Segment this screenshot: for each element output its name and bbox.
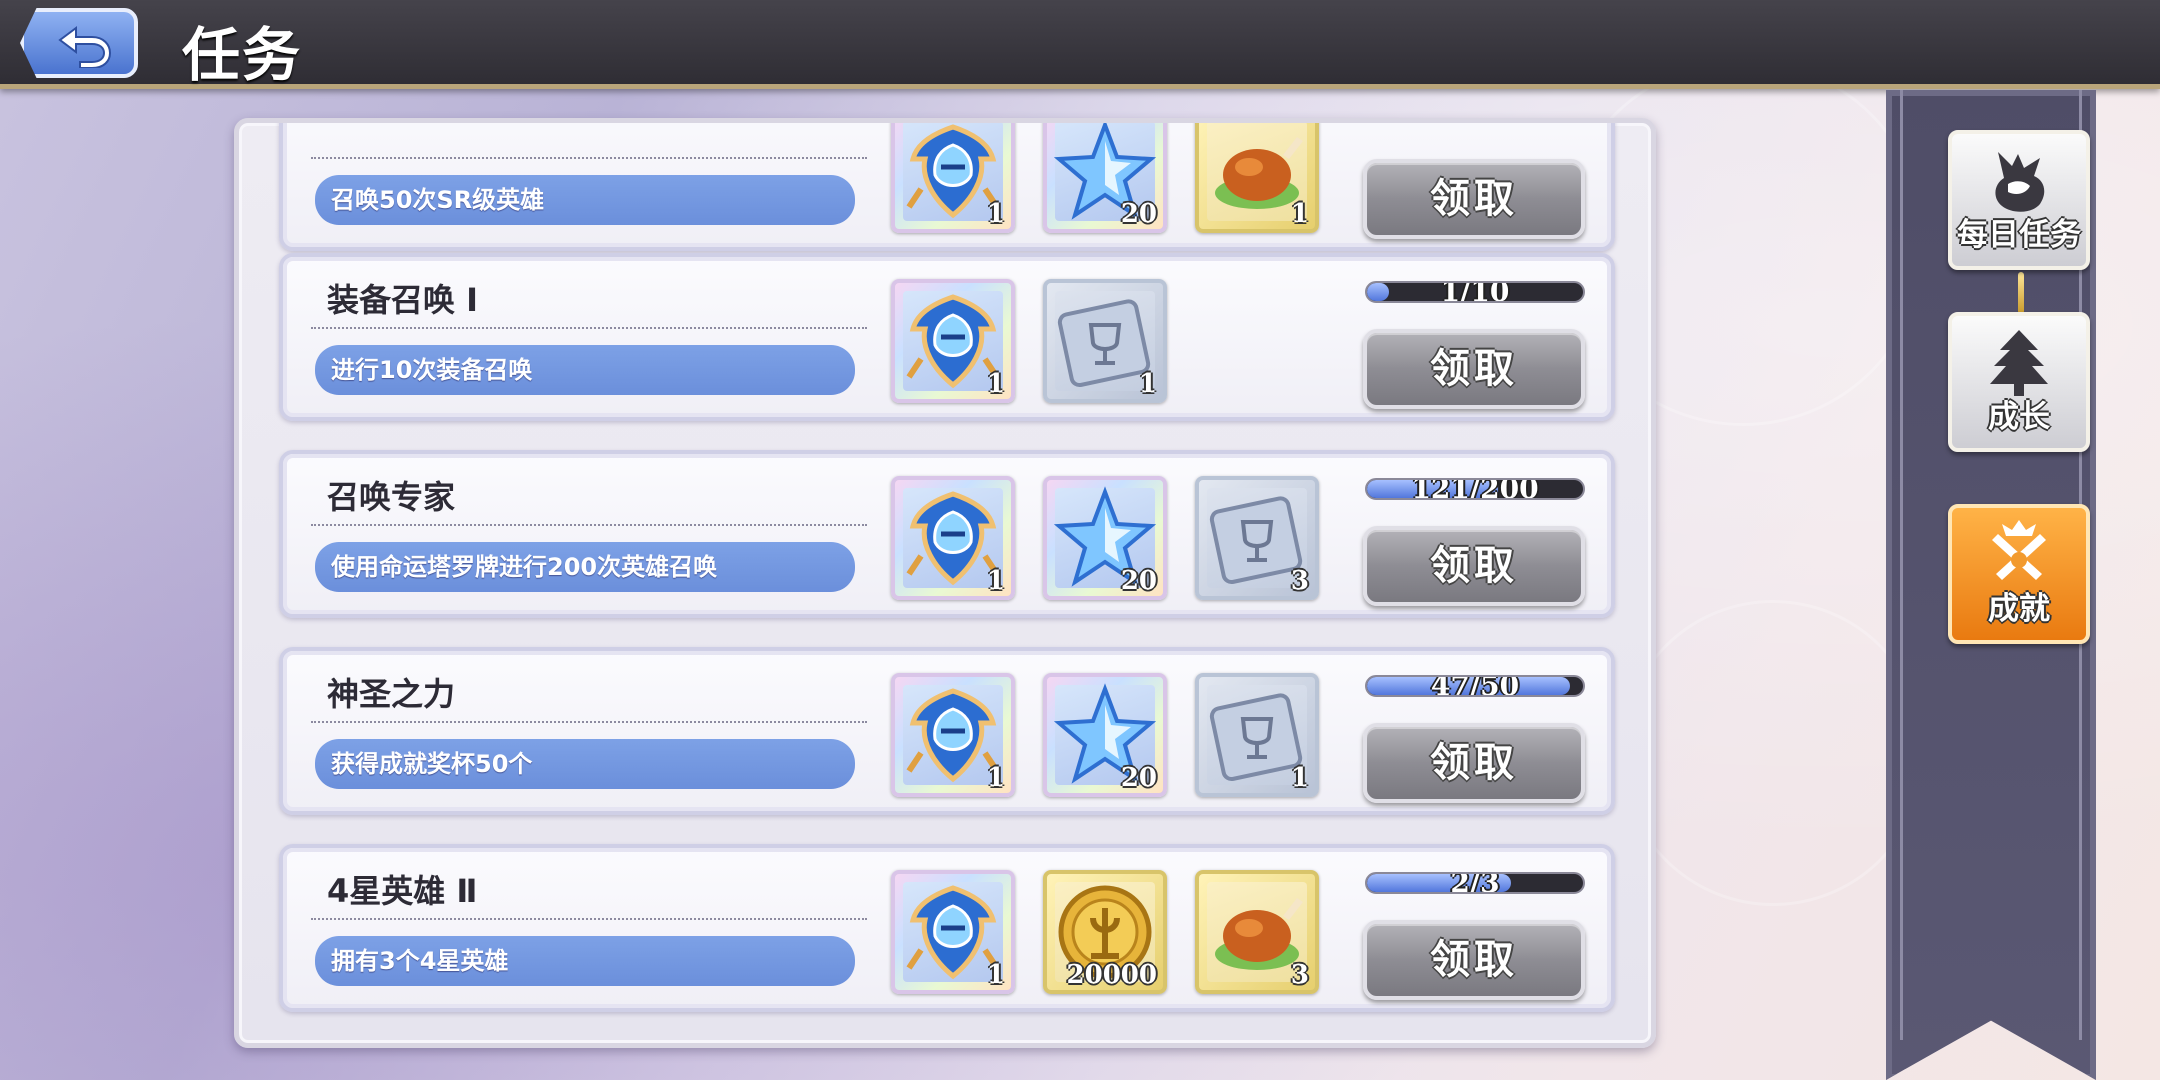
quest-divider <box>311 524 867 526</box>
quest-divider <box>311 327 867 329</box>
reward-item[interactable]: 1 <box>891 123 1015 233</box>
quest-title: 装备召唤 Ⅰ <box>327 281 479 319</box>
reward-count: 1 <box>1138 369 1157 399</box>
reward-count: 1 <box>1290 199 1309 229</box>
progress-text: 2/3 <box>1450 872 1500 894</box>
quest-divider <box>311 721 867 723</box>
reward-item[interactable]: 3 <box>1195 870 1319 994</box>
back-button[interactable] <box>20 8 138 78</box>
quest-title: 4星英雄 Ⅱ <box>327 872 478 910</box>
quest-panel: 召唤50次SR级英雄 1 20 1 领取 装备召唤 Ⅰ 进行10次装备召唤 1 1 1/10 领取召… <box>234 118 1656 1048</box>
reward-count: 1 <box>986 763 1005 793</box>
reward-item[interactable]: 20 <box>1043 673 1167 797</box>
quest-description: 拥有3个4星英雄 <box>315 936 855 986</box>
quest-card: 召唤专家使用命运塔罗牌进行200次英雄召唤 1 20 3 121/200 领取 <box>279 450 1615 618</box>
tab-achievements[interactable]: 成就 <box>1948 504 2090 644</box>
reward-count: 1 <box>986 199 1005 229</box>
quest-card: 召唤50次SR级英雄 1 20 1 领取 <box>279 123 1615 251</box>
progress-text: 47/50 <box>1430 675 1520 697</box>
quest-card: 4星英雄 Ⅱ 拥有3个4星英雄 1 20000 3 2/3 领取 <box>279 844 1615 1012</box>
reward-item[interactable]: 1 <box>891 279 1015 403</box>
progress-text: 1/10 <box>1440 281 1510 303</box>
background-decor-circle <box>1620 600 1926 906</box>
reward-count: 1 <box>986 369 1005 399</box>
reward-item[interactable]: 1 <box>1195 673 1319 797</box>
reward-item[interactable]: 20 <box>1043 123 1167 233</box>
reward-count: 1 <box>986 566 1005 596</box>
crossed-swords-icon <box>1992 520 2046 580</box>
reward-item[interactable]: 20 <box>1043 476 1167 600</box>
reward-item[interactable]: 1 <box>891 870 1015 994</box>
tab-achievements-label: 成就 <box>1988 591 2050 627</box>
quest-progress-bar: 47/50 <box>1365 675 1585 697</box>
quest-title: 神圣之力 <box>327 675 456 713</box>
reward-count: 20 <box>1120 763 1157 793</box>
claim-button[interactable]: 领取 <box>1363 920 1585 1000</box>
quest-card: 神圣之力获得成就奖杯50个 1 20 1 47/50 领取 <box>279 647 1615 815</box>
reward-count: 3 <box>1290 566 1309 596</box>
tab-growth-label: 成长 <box>1988 399 2050 435</box>
reward-item[interactable]: 1 <box>1043 279 1167 403</box>
top-bar: 任务 <box>0 0 2160 89</box>
reward-count: 20 <box>1120 566 1157 596</box>
progress-text: 121/200 <box>1411 478 1539 500</box>
tab-daily-quests[interactable]: 每日任务 <box>1948 130 2090 270</box>
reward-item[interactable]: 20000 <box>1043 870 1167 994</box>
page-title: 任务 <box>182 21 303 89</box>
tab-connector <box>2018 272 2024 314</box>
tab-growth[interactable]: 成长 <box>1948 312 2090 452</box>
claim-button[interactable]: 领取 <box>1363 159 1585 239</box>
quest-card: 装备召唤 Ⅰ 进行10次装备召唤 1 1 1/10 领取 <box>279 253 1615 421</box>
claim-button[interactable]: 领取 <box>1363 526 1585 606</box>
quest-progress-bar: 121/200 <box>1365 478 1585 500</box>
quest-description: 召唤50次SR级英雄 <box>315 175 855 225</box>
reward-item[interactable]: 3 <box>1195 476 1319 600</box>
reward-count: 3 <box>1290 960 1309 990</box>
dragon-icon <box>1995 152 2045 212</box>
quest-list[interactable]: 召唤50次SR级英雄 1 20 1 领取 装备召唤 Ⅰ 进行10次装备召唤 1 1 1/10 领取召… <box>239 123 1651 1043</box>
quest-description: 使用命运塔罗牌进行200次英雄召唤 <box>315 542 855 592</box>
quest-progress-bar: 2/3 <box>1365 872 1585 894</box>
reward-count: 20 <box>1120 199 1157 229</box>
reward-count: 20000 <box>1066 960 1157 990</box>
tab-daily-quests-label: 每日任务 <box>1957 217 2081 253</box>
quest-description: 获得成就奖杯50个 <box>315 739 855 789</box>
quest-divider <box>311 157 867 159</box>
claim-button[interactable]: 领取 <box>1363 329 1585 409</box>
back-arrow-icon <box>58 26 112 68</box>
reward-item[interactable]: 1 <box>891 673 1015 797</box>
reward-item[interactable]: 1 <box>1195 123 1319 233</box>
claim-button[interactable]: 领取 <box>1363 723 1585 803</box>
reward-count: 1 <box>986 960 1005 990</box>
quest-progress-bar: 1/10 <box>1365 281 1585 303</box>
reward-item[interactable]: 1 <box>891 476 1015 600</box>
tree-icon <box>1990 330 2048 396</box>
quest-divider <box>311 918 867 920</box>
reward-count: 1 <box>1290 763 1309 793</box>
quest-description: 进行10次装备召唤 <box>315 345 855 395</box>
quest-title: 召唤专家 <box>327 478 456 516</box>
